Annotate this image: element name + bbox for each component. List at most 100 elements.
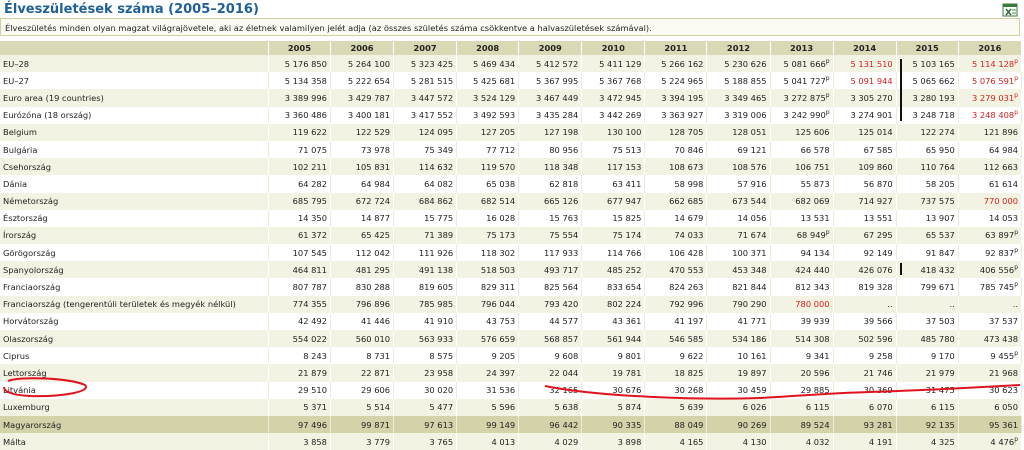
cell-value: 493 717	[543, 264, 579, 275]
cell-value: 30 623	[988, 385, 1018, 396]
table-cell: 3 389 996	[268, 89, 331, 107]
row-label: Franciaország	[0, 278, 269, 296]
table-cell: 4 013	[456, 433, 520, 450]
header-year-2016: 2016	[958, 41, 1023, 55]
table-cell: 125 014	[833, 123, 897, 141]
table-cell: 3 472 945	[581, 89, 646, 107]
cell-value: 830 288	[355, 282, 391, 293]
table-cell: 3 272 875p	[770, 89, 834, 107]
table-cell: 117 153	[581, 158, 646, 176]
cell-value: 23 958	[424, 367, 454, 378]
table-cell: 73 978	[330, 140, 395, 159]
cell-value: 546 585	[669, 333, 704, 344]
table-cell: 9 258	[833, 347, 897, 365]
cell-value: 568 857	[543, 333, 579, 344]
table-cell: 92 135	[896, 415, 959, 434]
cell-value: 39 939	[800, 316, 830, 327]
cell-value: 799 671	[920, 282, 955, 293]
cell-value: 112 042	[355, 247, 391, 258]
cell-value: 682 514	[480, 196, 516, 207]
row-label: Luxemburg	[0, 398, 269, 416]
provisional-flag: p	[825, 229, 830, 237]
provisional-flag: p	[825, 57, 830, 65]
table-cell: 485 252	[581, 261, 646, 279]
cell-value: 41 910	[424, 316, 454, 327]
table-cell: 453 348	[706, 261, 771, 279]
cell-value: 29 510	[297, 385, 327, 396]
table-cell: 21 979	[896, 364, 959, 382]
table-cell: 9 455p	[958, 347, 1023, 365]
cell-value: 58 998	[674, 178, 704, 189]
table-cell: 3 467 449	[518, 89, 583, 107]
row-label: Németország	[0, 192, 269, 210]
table-cell: 15 775	[393, 209, 458, 227]
cell-value: 30 020	[424, 385, 454, 396]
table-cell: 3 447 572	[393, 89, 458, 107]
cell-value: 65 425	[361, 230, 391, 241]
table-cell: 8 731	[330, 347, 395, 365]
table-cell: 109 860	[833, 158, 897, 176]
table-cell: 5 081 666p	[770, 55, 834, 73]
cell-value: 5 281 515	[410, 75, 454, 86]
table-cell: 97 613	[393, 415, 458, 434]
cell-value: 4 165	[679, 436, 704, 447]
cell-value: 821 844	[732, 282, 767, 293]
cell-value: 780 000	[795, 299, 830, 310]
table-cell: 97 496	[268, 415, 331, 434]
table-cell: 75 513	[581, 140, 646, 159]
cell-value: 107 545	[292, 247, 327, 258]
cell-value: 29 606	[361, 385, 391, 396]
cell-value: 4 476	[990, 436, 1015, 447]
cell-value: 71 389	[424, 230, 454, 241]
table-cell: 14 053	[958, 209, 1023, 227]
table-cell: 107 545	[268, 244, 331, 262]
table-cell: 5 638	[518, 398, 583, 416]
cell-value: 43 361	[612, 316, 642, 327]
table-cell: 112 042	[330, 244, 395, 262]
cell-value: 796 896	[355, 299, 391, 310]
cell-value: 30 459	[737, 385, 767, 396]
cell-value: ..	[1012, 299, 1018, 310]
cell-value: 4 325	[930, 436, 955, 447]
cell-value: 6 115	[805, 402, 830, 413]
cell-value: 3 429 787	[347, 92, 391, 103]
table-cell: 42 492	[268, 312, 331, 330]
table-cell: 92 149	[833, 244, 897, 262]
cell-value: 4 032	[805, 436, 830, 447]
cell-value: 71 075	[297, 144, 327, 155]
cell-value: 114 766	[607, 247, 642, 258]
cell-value: 5 477	[429, 402, 454, 413]
cell-value: 6 115	[930, 402, 955, 413]
cell-value: 102 211	[292, 161, 327, 172]
table-cell: 5 114 128p	[958, 55, 1023, 73]
table-cell: 89 524	[770, 415, 834, 434]
table-cell: 99 871	[330, 415, 395, 434]
table-cell: 665 126	[518, 192, 583, 210]
table-cell: 793 420	[518, 295, 583, 313]
table-row: Horvátország 42 492 41 446 41 910 43 753 44 5…	[0, 312, 1023, 330]
cell-value: 96 442	[549, 419, 579, 430]
table-cell: 39 939	[770, 312, 834, 330]
table-cell: 770 000	[958, 192, 1023, 210]
cell-value: 43 753	[486, 316, 516, 327]
header-year-2014: 2014	[833, 41, 897, 55]
table-cell: 65 950	[896, 140, 959, 159]
cell-value: 90 269	[737, 419, 767, 430]
cell-value: 9 455	[990, 350, 1015, 361]
table-cell: 824 263	[644, 278, 708, 296]
table-row: Málta 3 858 3 779 3 765 4 013 4 029 3 898 4 165…	[0, 433, 1023, 450]
cell-value: 684 862	[418, 196, 454, 207]
row-label: Bulgária	[0, 140, 269, 159]
table-cell: 4 029	[518, 433, 583, 450]
cell-value: 30 268	[674, 385, 704, 396]
table-cell: 96 442	[518, 415, 583, 434]
table-cell: 780 000	[770, 295, 834, 313]
cell-value: 19 897	[737, 367, 767, 378]
cell-value: 829 311	[480, 282, 516, 293]
cell-value: 108 673	[669, 161, 704, 172]
cell-value: 3 272 875	[783, 92, 826, 103]
excel-export-icon[interactable]	[1002, 3, 1018, 17]
table-cell: 31 475	[896, 381, 959, 399]
table-cell: ..	[896, 295, 959, 313]
table-cell: 554 022	[268, 330, 331, 348]
